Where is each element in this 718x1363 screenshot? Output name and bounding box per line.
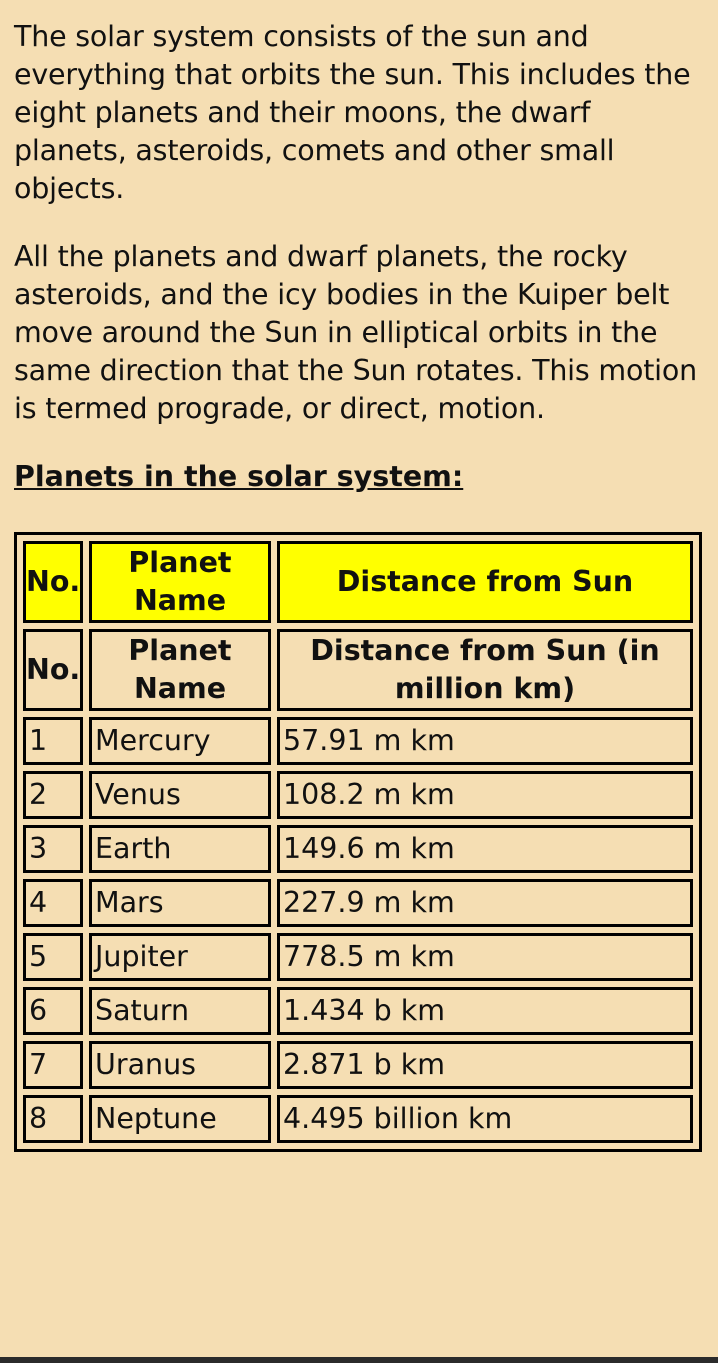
cell-no: 2 (23, 771, 83, 819)
table-row: 2 Venus 108.2 m km (23, 771, 693, 819)
planets-table: No. Planet Name Distance from Sun No. Pl… (17, 535, 699, 1149)
article-content: The solar system consists of the sun and… (0, 0, 718, 1152)
table-row: 8 Neptune 4.495 billion km (23, 1095, 693, 1143)
cell-distance: 778.5 m km (277, 933, 693, 981)
cell-no: 8 (23, 1095, 83, 1143)
orbits-paragraph: All the planets and dwarf planets, the r… (14, 240, 698, 425)
cell-no: 1 (23, 717, 83, 765)
planets-table-frame: No. Planet Name Distance from Sun No. Pl… (14, 532, 702, 1152)
cell-no: 6 (23, 987, 83, 1035)
cell-distance: 1.434 b km (277, 987, 693, 1035)
cell-no: 5 (23, 933, 83, 981)
header-planet-name: Planet Name (89, 541, 271, 623)
intro-paragraph: The solar system consists of the sun and… (14, 20, 691, 205)
header-distance: Distance from Sun (277, 541, 693, 623)
cell-planet: Earth (89, 825, 271, 873)
cell-no: 7 (23, 1041, 83, 1089)
section-title: Planets in the solar system: (14, 460, 464, 493)
table-row: 6 Saturn 1.434 b km (23, 987, 693, 1035)
cell-distance: 2.871 b km (277, 1041, 693, 1089)
cell-distance: 108.2 m km (277, 771, 693, 819)
cell-planet: Neptune (89, 1095, 271, 1143)
table-row: 5 Jupiter 778.5 m km (23, 933, 693, 981)
cell-distance: 227.9 m km (277, 879, 693, 927)
cell-distance: 57.91 m km (277, 717, 693, 765)
header-distance: Distance from Sun (in million km) (277, 629, 693, 711)
table-row: 4 Mars 227.9 m km (23, 879, 693, 927)
cell-distance: 4.495 billion km (277, 1095, 693, 1143)
header-planet-name: Planet Name (89, 629, 271, 711)
cell-planet: Uranus (89, 1041, 271, 1089)
header-no: No. (23, 629, 83, 711)
bottom-edge-bar (0, 1357, 718, 1363)
cell-no: 3 (23, 825, 83, 873)
cell-planet: Venus (89, 771, 271, 819)
header-no: No. (23, 541, 83, 623)
table-row: 7 Uranus 2.871 b km (23, 1041, 693, 1089)
cell-no: 4 (23, 879, 83, 927)
cell-planet: Mercury (89, 717, 271, 765)
table-row: 1 Mercury 57.91 m km (23, 717, 693, 765)
cell-distance: 149.6 m km (277, 825, 693, 873)
table-row: 3 Earth 149.6 m km (23, 825, 693, 873)
cell-planet: Saturn (89, 987, 271, 1035)
cell-planet: Jupiter (89, 933, 271, 981)
table-header-row: No. Planet Name Distance from Sun (in mi… (23, 629, 693, 711)
cell-planet: Mars (89, 879, 271, 927)
table-header-row-highlighted: No. Planet Name Distance from Sun (23, 541, 693, 623)
